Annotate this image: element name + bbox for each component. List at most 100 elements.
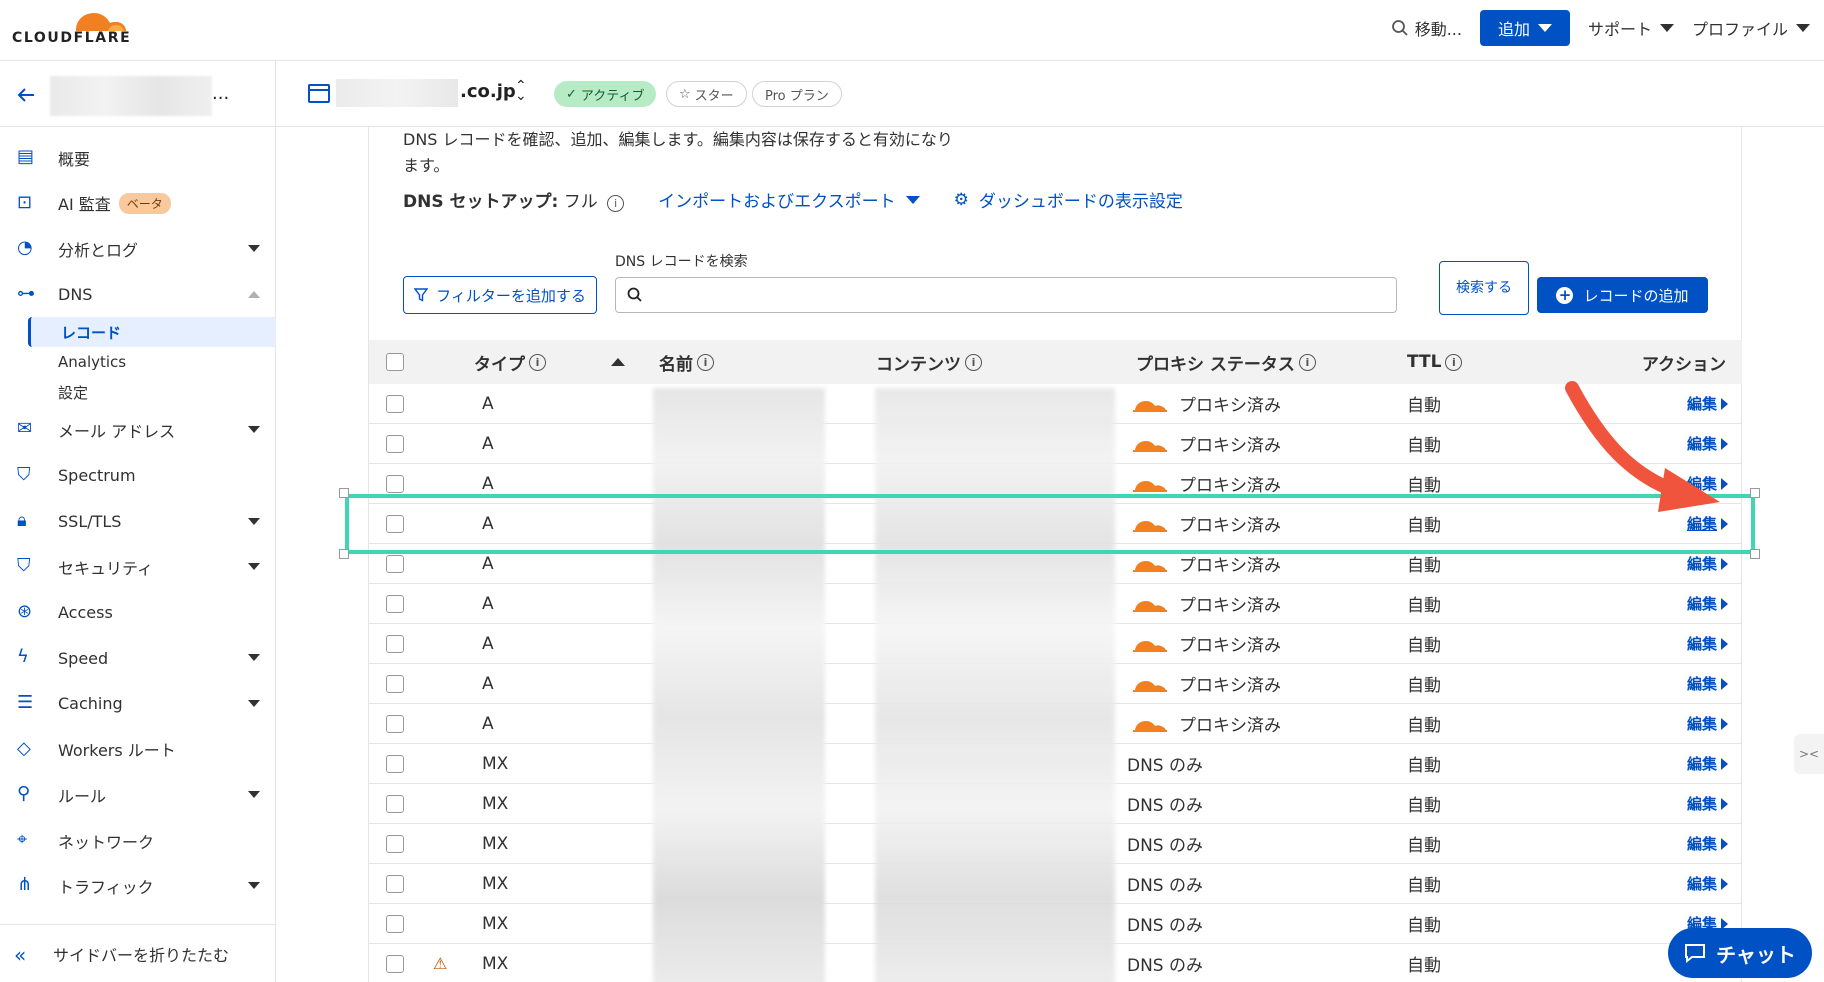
sidebar-item-5[interactable]: ⛉ Spectrum (0, 453, 276, 499)
sidebar-item-9[interactable]: ϟ Speed (0, 635, 276, 681)
add-filter-button[interactable]: フィルターを追加する (403, 276, 597, 314)
sidebar-subitem-0[interactable]: レコード (28, 317, 276, 348)
sidebar-subitem-1[interactable]: Analytics (0, 347, 276, 377)
row-checkbox[interactable] (386, 755, 404, 773)
row-checkbox[interactable] (386, 715, 404, 733)
header-content[interactable]: コンテンツ i (876, 340, 982, 384)
sidebar-item-14[interactable]: ⋔ トラフィック (0, 863, 276, 909)
warning-icon[interactable]: ⚠ (433, 954, 447, 973)
edit-record-button[interactable]: 編集 (1687, 704, 1728, 743)
chevron-down-icon[interactable] (248, 245, 260, 253)
add-filter-label: フィルターを追加する (436, 286, 586, 305)
beta-badge: ベータ (118, 192, 171, 214)
chevron-down-icon[interactable] (248, 426, 260, 434)
info-icon[interactable]: i (529, 353, 546, 371)
row-checkbox[interactable] (386, 955, 404, 973)
feedback-tab[interactable]: >< (1794, 734, 1824, 774)
chat-button[interactable]: チャット (1668, 928, 1812, 978)
chevron-down-icon[interactable] (248, 517, 260, 525)
row-checkbox[interactable] (386, 875, 404, 893)
orange-cloud-icon[interactable] (1131, 715, 1169, 733)
sidebar-item-6[interactable]: 🔒︎ SSL/TLS (0, 499, 276, 545)
chevron-down-icon[interactable] (248, 882, 260, 890)
chevron-down-icon[interactable] (248, 699, 260, 707)
star-button[interactable]: ☆ スター (666, 81, 747, 107)
import-export-link[interactable]: インポートおよびエクスポート (658, 187, 920, 212)
header-proxy-status[interactable]: プロキシ ステータス i (1136, 340, 1316, 384)
edit-record-button[interactable]: 編集 (1687, 584, 1728, 623)
header-type[interactable]: タイプ i (474, 340, 546, 384)
chevron-down-icon (905, 195, 920, 204)
sidebar-subitem-2[interactable]: 設定 (0, 377, 276, 407)
support-menu[interactable]: サポート (1588, 16, 1674, 40)
chevron-up-icon[interactable] (248, 290, 260, 298)
orange-cloud-icon[interactable] (1131, 595, 1169, 613)
row-checkbox[interactable] (386, 395, 404, 413)
profile-menu[interactable]: プロファイル (1692, 16, 1810, 40)
add-button[interactable]: 追加 (1479, 10, 1570, 46)
orange-cloud-icon[interactable] (1131, 675, 1169, 693)
row-checkbox[interactable] (386, 675, 404, 693)
orange-cloud-icon[interactable] (1131, 395, 1169, 413)
row-checkbox[interactable] (386, 595, 404, 613)
row-checkbox[interactable] (386, 435, 404, 453)
account-name-suffix: ... (212, 83, 230, 104)
chevron-down-icon[interactable] (248, 563, 260, 571)
orange-cloud-icon[interactable] (1131, 555, 1169, 573)
sidebar-item-12[interactable]: ⚲ ルール (0, 772, 276, 818)
search-button[interactable]: 検索する (1439, 261, 1529, 315)
sidebar-item-8[interactable]: ⊛ Access (0, 590, 276, 636)
sidebar-item-1[interactable]: ⊡ AI 監査 ベータ (0, 181, 276, 227)
account-switcher[interactable]: ... (0, 61, 276, 127)
row-checkbox[interactable] (386, 475, 404, 493)
edit-record-button[interactable]: 編集 (1687, 624, 1728, 663)
sidebar-item-0[interactable]: ▤ 概要 (0, 135, 276, 181)
edit-record-button[interactable]: 編集 (1687, 784, 1728, 823)
plan-badge[interactable]: Pro プラン (752, 81, 842, 107)
proxy-status-label: プロキシ済み (1179, 556, 1281, 576)
dns-search-input[interactable] (615, 277, 1397, 313)
database-icon: ☰ (17, 691, 34, 713)
sort-ascending-icon[interactable] (611, 358, 625, 366)
row-checkbox[interactable] (386, 915, 404, 933)
row-checkbox[interactable] (386, 795, 404, 813)
chevron-right-icon (1721, 837, 1728, 850)
header-ttl[interactable]: TTL i (1407, 340, 1463, 384)
orange-cloud-icon[interactable] (1131, 635, 1169, 653)
sidebar-item-2[interactable]: ◔ 分析とログ (0, 226, 276, 272)
info-icon[interactable]: i (1445, 353, 1463, 371)
sidebar-item-4[interactable]: ✉ メール アドレス (0, 407, 276, 453)
edit-record-button[interactable]: 編集 (1687, 864, 1728, 903)
add-record-button[interactable]: + レコードの追加 (1537, 277, 1708, 313)
edit-record-button[interactable]: 編集 (1687, 824, 1728, 863)
proxy-status: DNS のみ (1127, 944, 1203, 982)
sidebar-item-10[interactable]: ☰ Caching (0, 681, 276, 727)
dashboard-settings-link[interactable]: ⚙ ダッシュボードの表示設定 (954, 187, 1183, 213)
zone-switcher-icon[interactable]: ⌃ ⌄ (515, 79, 527, 103)
info-icon[interactable]: i (607, 195, 625, 212)
orange-cloud-icon[interactable] (1131, 435, 1169, 453)
edit-record-button[interactable]: 編集 (1687, 664, 1728, 703)
quick-search[interactable]: 移動... (1391, 16, 1462, 40)
row-checkbox[interactable] (386, 555, 404, 573)
sidebar-item-13[interactable]: ⌖ ネットワーク (0, 818, 276, 864)
collapse-sidebar-button[interactable]: « サイドバーを折りたたむ (0, 924, 276, 982)
chevron-down-icon[interactable] (248, 791, 260, 799)
sidebar-item-11[interactable]: ◇ Workers ルート (0, 727, 276, 773)
annotation-arrow-icon (1565, 381, 1720, 512)
orange-cloud-icon[interactable] (1131, 475, 1169, 493)
chevron-down-icon[interactable] (248, 654, 260, 662)
dns-setup-row: DNS セットアップ: フル i インポートおよびエクスポート ⚙ ダッシュボー… (403, 187, 1183, 212)
sidebar-item-3[interactable]: ⊶ DNS (0, 272, 276, 318)
back-arrow-icon[interactable] (14, 83, 38, 107)
edit-record-button[interactable]: 編集 (1687, 744, 1728, 783)
info-icon[interactable]: i (697, 353, 714, 371)
edit-label: 編集 (1686, 595, 1717, 613)
select-all-checkbox[interactable] (386, 353, 404, 371)
sidebar-item-7[interactable]: ⛉ セキュリティ (0, 544, 276, 590)
row-checkbox[interactable] (386, 635, 404, 653)
header-name[interactable]: 名前 i (659, 340, 714, 384)
info-icon[interactable]: i (1298, 353, 1316, 371)
info-icon[interactable]: i (965, 353, 982, 371)
row-checkbox[interactable] (386, 835, 404, 853)
